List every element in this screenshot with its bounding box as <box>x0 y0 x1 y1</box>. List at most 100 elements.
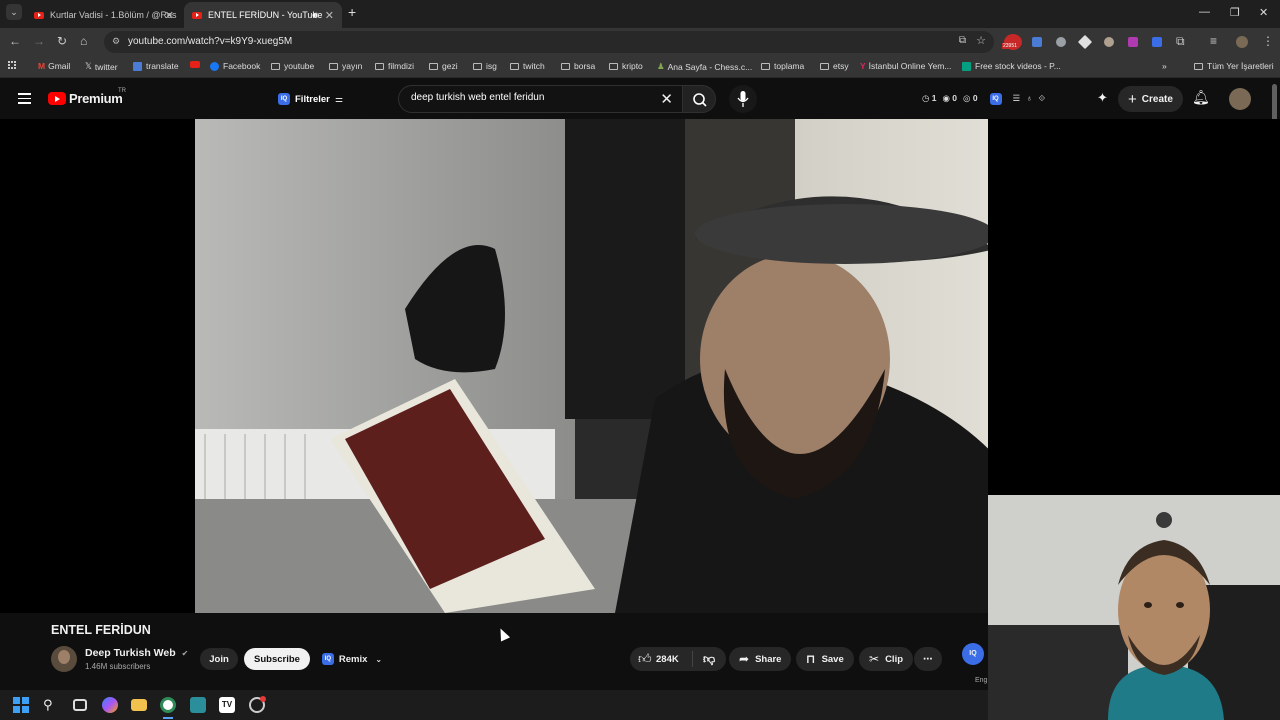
bookmark-folder-twitch[interactable]: twitch <box>510 61 545 71</box>
copilot-icon[interactable] <box>102 697 118 713</box>
bookmark-folder-gezi[interactable]: gezi <box>429 61 458 71</box>
extension-icon[interactable] <box>1128 37 1138 47</box>
channel-avatar[interactable] <box>51 646 77 672</box>
remix-button[interactable]: IQ Remix ⌄ <box>318 648 386 670</box>
account-avatar[interactable] <box>1229 88 1251 110</box>
search-input[interactable] <box>411 92 651 103</box>
mouse-cursor <box>495 626 511 642</box>
extension-badge-icon[interactable]: 23951 <box>1002 34 1022 50</box>
task-view-icon[interactable] <box>73 699 87 711</box>
reading-list-icon[interactable]: ≡ <box>1210 34 1217 48</box>
webcam-overlay <box>988 495 1280 720</box>
tab-title: Kurtlar Vadisi - 1.Bölüm / @Res <box>50 10 177 20</box>
clear-search-icon[interactable]: ✕ <box>660 90 673 108</box>
bookmark-chess[interactable]: ♟ Ana Sayfa - Chess.c... <box>657 61 752 72</box>
minimize-icon[interactable]: — <box>1199 6 1210 18</box>
site-info-icon[interactable]: ⚙ <box>112 36 120 47</box>
clip-button[interactable]: ✂ Clip <box>859 647 914 671</box>
bookmark-folder-etsy[interactable]: etsy <box>820 61 849 71</box>
tradingview-icon[interactable]: TV <box>219 697 235 713</box>
tab-kurtlar-vadisi[interactable]: Kurtlar Vadisi - 1.Bölüm / @Res ✕ <box>26 2 182 28</box>
bookmark-folder-isg[interactable]: isg <box>473 61 497 71</box>
tag-icon[interactable]: ⟐ <box>1039 93 1046 105</box>
file-explorer-icon[interactable] <box>131 699 147 711</box>
search-icon[interactable]: ⚲ <box>43 697 59 713</box>
close-tab-icon[interactable]: ✕ <box>325 9 334 22</box>
filters-button[interactable]: IQ Filtreler ⚌ <box>270 87 351 111</box>
subscriber-count: 1.46M subscribers <box>85 662 151 671</box>
speaker-icon[interactable]: 🔊︎ <box>312 10 318 21</box>
close-tab-icon[interactable]: ✕ <box>165 9 174 22</box>
bookmark-folder-youtube[interactable]: youtube <box>271 61 314 71</box>
lightbulb-icon[interactable]: ♁ <box>1026 93 1032 105</box>
all-bookmarks-folder[interactable]: Tüm Yer İşaretleri <box>1194 61 1274 71</box>
bookmark-folder-kripto[interactable]: kripto <box>609 61 643 71</box>
extension-icon[interactable] <box>1056 37 1066 47</box>
search-button[interactable] <box>682 85 716 113</box>
bookmark-star-icon[interactable]: ☆ <box>976 34 986 47</box>
iq-float-icon[interactable]: IQ <box>962 643 984 665</box>
bookmark-translate[interactable]: translate <box>133 61 179 71</box>
share-button[interactable]: ➦ Share <box>729 647 792 671</box>
restore-icon[interactable]: ❐ <box>1230 6 1240 19</box>
join-button[interactable]: Join <box>200 648 238 670</box>
bookmark-youtube-red[interactable] <box>190 61 200 68</box>
create-button[interactable]: + Create <box>1118 86 1183 112</box>
webcam-image <box>988 495 1280 720</box>
voice-search-button[interactable] <box>729 85 757 113</box>
profile-avatar-icon[interactable] <box>1236 36 1248 48</box>
windows-start-icon[interactable] <box>13 697 29 713</box>
save-button[interactable]: ⊓ Save <box>796 647 854 671</box>
bookmark-folder-filmdizi[interactable]: filmdizi <box>375 61 414 71</box>
new-tab-button[interactable]: + <box>348 4 356 20</box>
forward-icon[interactable]: → <box>33 34 45 48</box>
list-icon[interactable]: ☰ <box>1013 93 1021 105</box>
install-app-icon[interactable]: ⧉ <box>959 35 966 46</box>
address-bar[interactable]: ⚙ youtube.com/watch?v=k9Y9-xueg5M ⧉ ☆ <box>104 31 994 53</box>
like-count[interactable]: 284K <box>656 654 679 665</box>
bookmark-folder-yayin[interactable]: yayın <box>329 61 362 71</box>
eye-counter[interactable]: ◉ 0 <box>943 93 958 105</box>
extensions-puzzle-icon[interactable]: ⧉ <box>1176 34 1185 49</box>
more-bookmarks-icon[interactable]: » <box>1162 61 1167 71</box>
notifications-bell-icon[interactable]: 🔔︎ <box>1192 89 1210 106</box>
like-icon[interactable]: 👍︎ <box>638 651 652 667</box>
bookmark-twitter[interactable]: 𝕏twitter <box>85 61 118 72</box>
video-frame[interactable] <box>195 119 1075 613</box>
plus-icon: + <box>1128 90 1137 108</box>
bookmark-folder-toplama[interactable]: toplama <box>761 61 804 71</box>
bookmark-pexels[interactable]: Free stock videos - P... <box>962 61 1061 71</box>
menu-dots-icon[interactable]: ⋮ <box>1262 34 1274 48</box>
pexels-icon <box>962 61 971 71</box>
hidden-counter[interactable]: ◎ 0 <box>963 93 978 105</box>
clock-counter[interactable]: ◷ 1 <box>922 93 937 105</box>
bookmark-folder-borsa[interactable]: borsa <box>561 61 595 71</box>
reload-icon[interactable]: ↻ <box>57 34 67 48</box>
tab-entel-feridun[interactable]: ENTEL FERİDUN - YouTube 🔊︎ ✕ <box>184 2 342 28</box>
hamburger-menu-icon[interactable] <box>18 93 31 107</box>
bookmark-gmail[interactable]: M Gmail <box>38 61 70 71</box>
bookmark-facebook[interactable]: Facebook <box>210 61 260 71</box>
channel-name[interactable]: Deep Turkish Web ✔ <box>85 647 188 659</box>
home-icon[interactable]: ⌂ <box>80 34 87 48</box>
recording-dot-icon <box>260 696 266 702</box>
apps-grid-icon[interactable] <box>8 61 16 69</box>
app-icon[interactable] <box>190 697 206 713</box>
chrome-icon[interactable] <box>160 697 176 713</box>
youtube-premium-logo[interactable]: Premium TR <box>48 88 126 106</box>
youtube-play-icon <box>48 92 66 105</box>
close-window-icon[interactable]: ✕ <box>1259 6 1268 19</box>
extension-icon[interactable] <box>1077 34 1093 50</box>
bookmark-yemeksepeti[interactable]: Y İstanbul Online Yem... <box>860 61 951 71</box>
dislike-button[interactable]: 👎︎ <box>696 647 726 671</box>
extension-icon[interactable] <box>1152 37 1162 47</box>
tab-search-icon[interactable]: ⌄ <box>6 4 22 20</box>
iq-icon[interactable]: IQ <box>989 93 1002 105</box>
translate-ext-icon[interactable] <box>1032 37 1042 47</box>
subscribe-button[interactable]: Subscribe <box>244 648 310 670</box>
extension-icon[interactable] <box>1104 37 1114 47</box>
back-icon[interactable]: ← <box>9 34 21 48</box>
extension-bird-icon[interactable]: ✦ <box>1097 90 1108 106</box>
search-box[interactable]: ✕ <box>398 85 684 113</box>
more-actions-button[interactable]: ⋯ <box>914 647 942 671</box>
